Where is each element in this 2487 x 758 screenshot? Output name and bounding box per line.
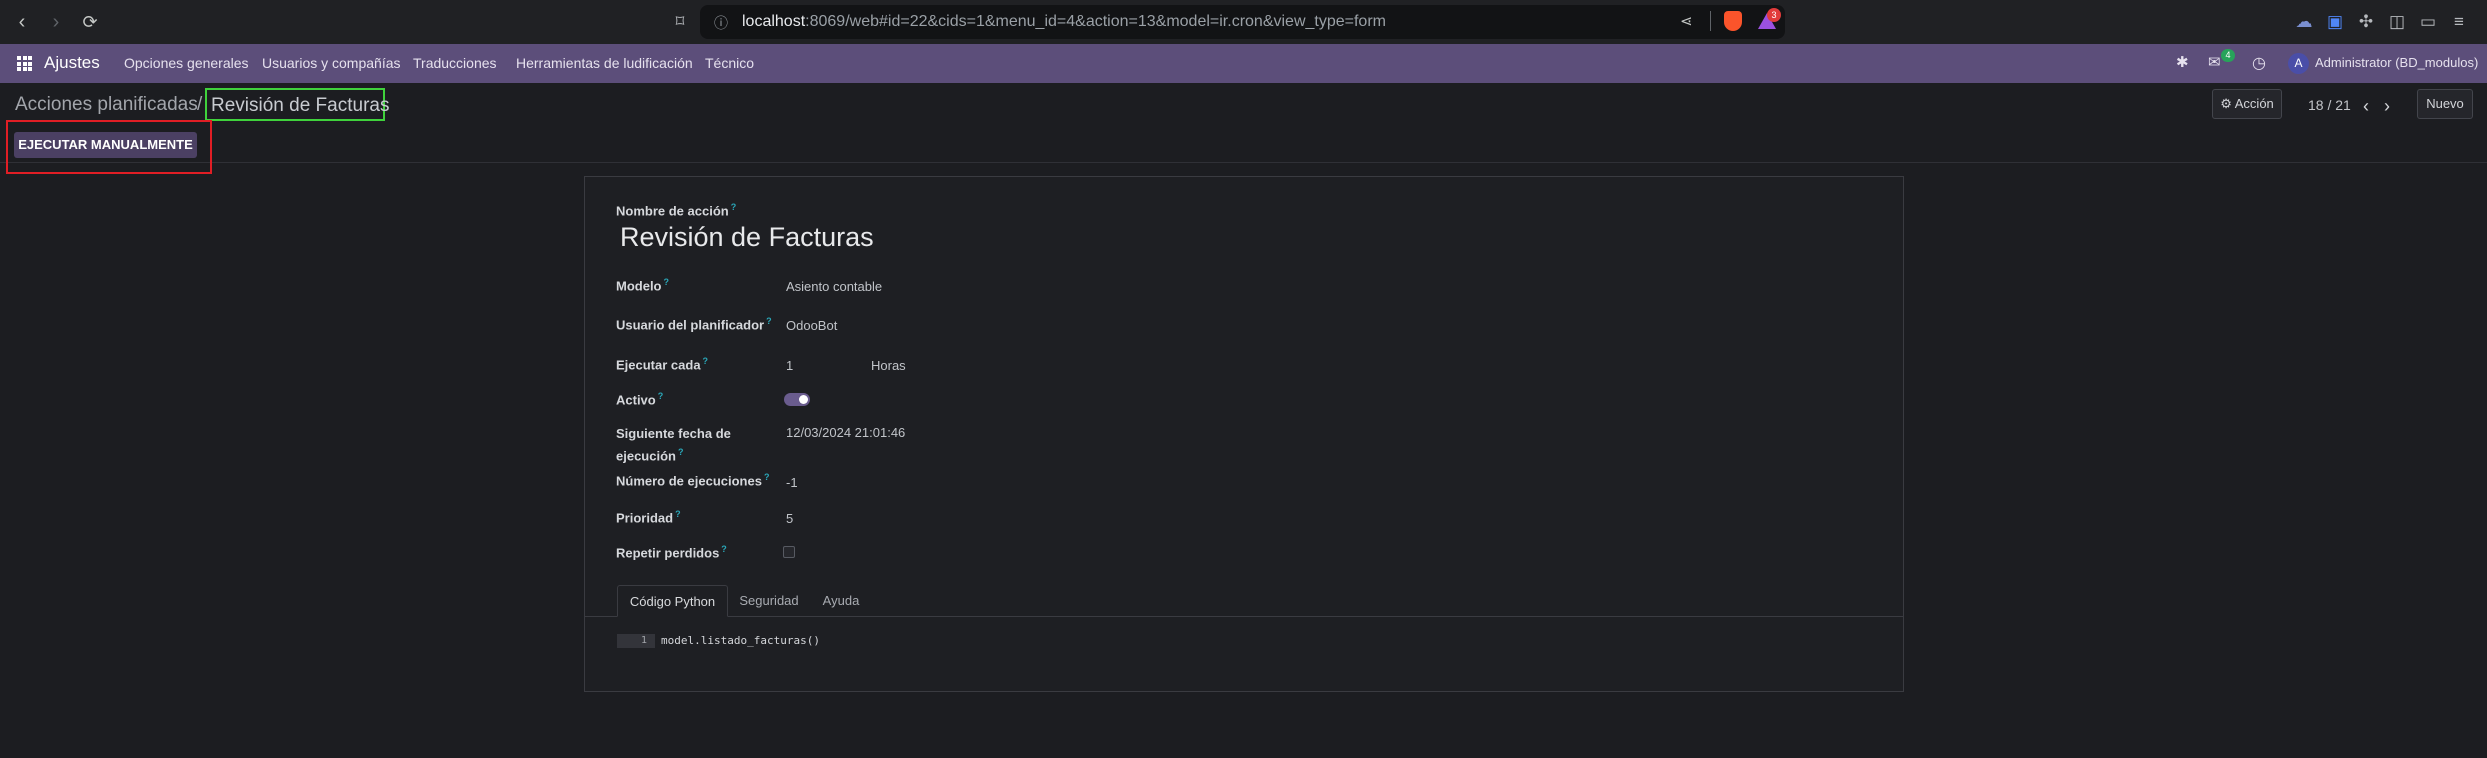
site-info-icon[interactable]: ⓘ	[714, 13, 728, 33]
active-label: Activo?	[616, 391, 664, 408]
app-name[interactable]: Ajustes	[44, 53, 100, 73]
nextcall-field[interactable]: 12/03/2024 21:01:46	[786, 425, 905, 440]
model-field[interactable]: Asiento contable	[786, 279, 882, 294]
user-avatar[interactable]: A	[2288, 53, 2309, 74]
menu-tecnico[interactable]: Técnico	[705, 55, 754, 71]
code-editor-line[interactable]: model.listado_facturas()	[661, 634, 820, 648]
activities-clock-icon[interactable]: ◷	[2252, 53, 2266, 73]
apps-menu-icon[interactable]	[17, 56, 32, 71]
interval-number-field[interactable]: 1	[786, 358, 793, 373]
doall-label: Repetir perdidos?	[616, 544, 727, 561]
breadcrumb-current: Revisión de Facturas	[205, 88, 389, 121]
user-menu[interactable]: Administrator (BD_modulos)	[2315, 55, 2478, 70]
action-menu-button[interactable]: ⚙ Acción	[2212, 89, 2282, 119]
name-label: Nombre de acción?	[616, 202, 737, 219]
odoo-navbar: Ajustes Opciones generales Usuarios y co…	[0, 44, 2487, 83]
help-tooltip-icon[interactable]: ?	[766, 316, 772, 326]
url-divider	[1710, 11, 1711, 31]
breadcrumb-separator: /	[197, 94, 203, 115]
run-manually-button[interactable]: EJECUTAR MANUALMENTE	[14, 132, 197, 158]
help-tooltip-icon[interactable]: ?	[664, 277, 670, 287]
pager-value[interactable]: 18 / 21	[2308, 97, 2351, 113]
tab-python-code[interactable]: Código Python	[617, 585, 728, 617]
help-tooltip-icon[interactable]: ?	[764, 472, 770, 482]
pager-previous-icon[interactable]: ‹	[2357, 95, 2375, 117]
help-tooltip-icon[interactable]: ?	[678, 447, 684, 457]
breadcrumb-parent[interactable]: Acciones planificadas	[15, 94, 198, 116]
rewards-badge: 3	[1767, 8, 1781, 22]
help-tooltip-icon[interactable]: ?	[658, 391, 664, 401]
reload-icon[interactable]: ⟳	[78, 10, 102, 34]
user-field[interactable]: OdooBot	[786, 318, 837, 333]
messages-badge: 4	[2221, 49, 2235, 62]
puzzle-icon[interactable]: ✣	[2354, 10, 2378, 34]
translate-extension-icon[interactable]: ▣	[2323, 10, 2347, 34]
tab-security[interactable]: Seguridad	[733, 585, 805, 617]
priority-field[interactable]: 5	[786, 511, 793, 526]
active-toggle[interactable]	[784, 393, 810, 406]
action-menu-label: Acción	[2234, 96, 2274, 111]
extension-icon[interactable]: ☁	[2292, 10, 2316, 34]
user-label: Usuario del planificador?	[616, 316, 772, 333]
messages-icon[interactable]: ✉	[2208, 53, 2221, 71]
interval-unit-select[interactable]: Horas	[871, 358, 906, 373]
address-bar[interactable]: ⓘ localhost:8069/web#id=22&cids=1&menu_i…	[700, 5, 1785, 39]
interval-label: Ejecutar cada?	[616, 356, 709, 373]
menu-herramientas-ludificacion[interactable]: Herramientas de ludificación	[516, 55, 693, 71]
numbercall-field[interactable]: -1	[786, 475, 798, 490]
back-icon[interactable]: ‹	[10, 10, 34, 34]
name-field[interactable]: Revisión de Facturas	[620, 222, 874, 253]
menu-opciones-generales[interactable]: Opciones generales	[124, 55, 249, 71]
help-tooltip-icon[interactable]: ?	[675, 509, 681, 519]
menu-traducciones[interactable]: Traducciones	[413, 55, 497, 71]
forward-icon[interactable]: ›	[44, 10, 68, 34]
url-text: localhost:8069/web#id=22&cids=1&menu_id=…	[742, 13, 1386, 30]
pager-next-icon[interactable]: ›	[2378, 95, 2396, 117]
share-icon[interactable]: ⋖	[1680, 12, 1693, 30]
help-tooltip-icon[interactable]: ?	[703, 356, 709, 366]
tab-help[interactable]: Ayuda	[811, 585, 871, 617]
nextcall-label: Siguiente fecha de ejecución?	[616, 426, 731, 464]
wallet-icon[interactable]: ▭	[2416, 10, 2440, 34]
debug-bug-icon[interactable]: ✱	[2176, 53, 2189, 71]
menu-usuarios-companias[interactable]: Usuarios y compañías	[262, 55, 401, 71]
numbercall-label: Número de ejecuciones?	[616, 472, 770, 489]
help-tooltip-icon[interactable]: ?	[731, 202, 737, 212]
browser-toolbar: ‹ › ⟳ ⌑ ⓘ localhost:8069/web#id=22&cids=…	[0, 0, 2487, 44]
new-button[interactable]: Nuevo	[2417, 89, 2473, 119]
model-label: Modelo?	[616, 277, 670, 294]
bookmark-icon[interactable]: ⌑	[668, 10, 692, 34]
code-line-number: 1	[617, 634, 655, 648]
doall-checkbox[interactable]	[783, 546, 795, 558]
brave-shield-icon[interactable]	[1724, 11, 1742, 31]
help-tooltip-icon[interactable]: ?	[721, 544, 727, 554]
menu-icon[interactable]: ≡	[2447, 10, 2471, 34]
sidebar-icon[interactable]: ◫	[2385, 10, 2409, 34]
priority-label: Prioridad?	[616, 509, 681, 526]
gear-icon: ⚙	[2220, 96, 2232, 111]
